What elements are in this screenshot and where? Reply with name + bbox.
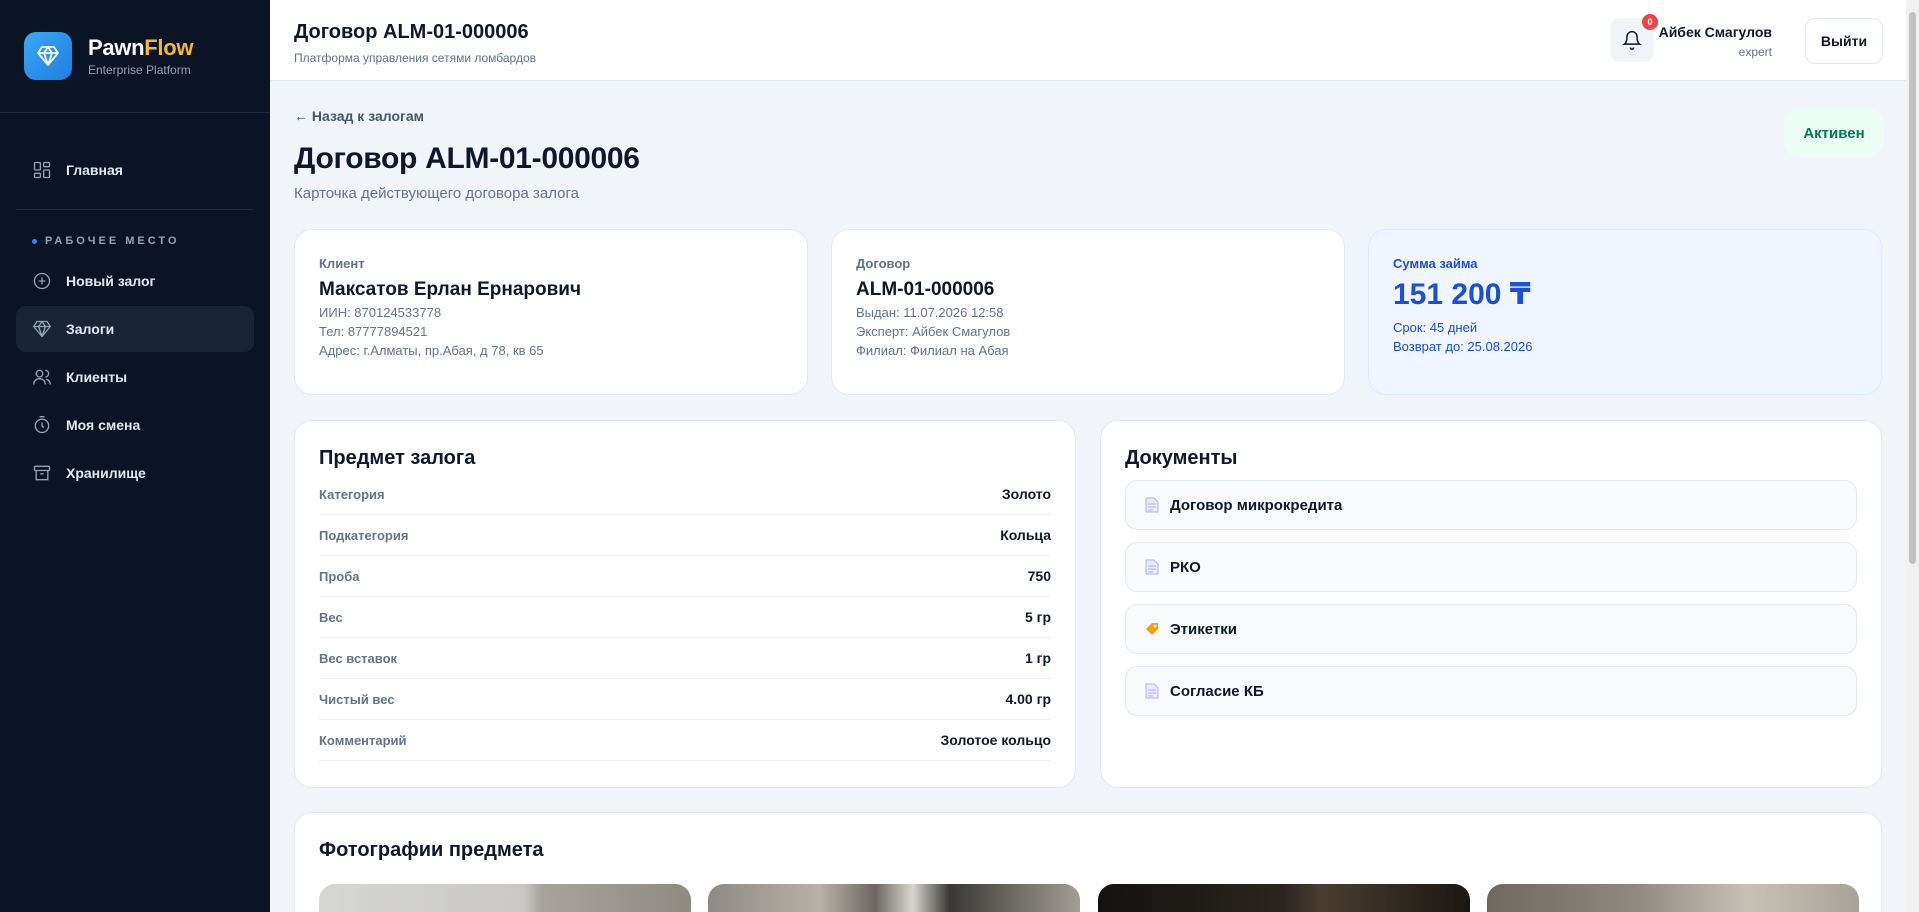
contract-number: ALM-01-000006 (856, 279, 995, 300)
sidebar-item-my-shift[interactable]: Моя смена (16, 402, 254, 448)
photos-title: Фотографии предмета (319, 839, 544, 861)
sidebar: PawnFlow Enterprise Platform Главная РАБ… (0, 0, 270, 912)
header-subtitle: Платформа управления сетями ломбардов (294, 51, 536, 65)
loan-term: Срок: 45 дней (1393, 320, 1478, 335)
contract-card: Договор ALM-01-000006 Выдан: 11.07.2026 … (831, 229, 1345, 395)
property-row: Чистый вес 4.00 гр (319, 679, 1051, 720)
logout-button[interactable]: Выйти (1805, 18, 1883, 64)
diamond-icon (33, 320, 51, 338)
sidebar-item-label: Главная (66, 162, 123, 178)
contract-label: Договор (856, 256, 911, 271)
documents-card: Документы Договор микрокредита РКО Этике… (1100, 420, 1882, 788)
contract-expert: Эксперт: Айбек Смагулов (856, 324, 1011, 339)
property-row: Вес вставок 1 гр (319, 638, 1051, 679)
sidebar-divider (16, 209, 254, 210)
document-microcredit-button[interactable]: Договор микрокредита (1125, 480, 1857, 530)
diamond-icon (24, 32, 72, 80)
sidebar-item-clients[interactable]: Клиенты (16, 354, 254, 400)
sidebar-nav: Главная РАБОЧЕЕ МЕСТО Новый залог Залоги… (0, 113, 270, 496)
page-subtitle: Карточка действующего договора залога (294, 185, 579, 202)
property-row: Комментарий Золотое кольцо (319, 720, 1051, 761)
brand-subtitle: Enterprise Platform (88, 63, 191, 77)
item-photo[interactable] (319, 884, 691, 912)
back-to-pledges-link[interactable]: ← Назад к залогам (294, 108, 424, 124)
client-iin: ИИН: 870124533778 (319, 305, 442, 320)
page-title: Договор ALM-01-000006 (294, 142, 640, 175)
loan-amount: 151 200 ₸ (1393, 278, 1531, 311)
loan-amount-card: Сумма займа 151 200 ₸ Срок: 45 дней Возв… (1368, 229, 1882, 395)
bell-icon (1622, 30, 1642, 50)
sidebar-item-label: Новый залог (66, 273, 156, 289)
tag-icon (1144, 621, 1160, 637)
contract-branch: Филиал: Филиал на Абая (856, 343, 1009, 358)
sidebar-item-pledges[interactable]: Залоги (16, 306, 254, 352)
status-badge: Активен (1784, 109, 1884, 157)
brand-name: PawnFlow (88, 35, 194, 60)
documents-title: Документы (1125, 447, 1238, 469)
document-icon (1144, 497, 1160, 513)
document-icon (1144, 559, 1160, 575)
item-photo[interactable] (1098, 884, 1470, 912)
sidebar-item-new-pledge[interactable]: Новый залог (16, 258, 254, 304)
user-role: expert (1738, 45, 1772, 59)
collateral-card: Предмет залога Категория Золото Подкатего… (294, 420, 1076, 788)
brand[interactable]: PawnFlow Enterprise Platform (0, 0, 270, 113)
sidebar-section-label: РАБОЧЕЕ МЕСТО (16, 230, 254, 252)
sidebar-item-home[interactable]: Главная (16, 147, 254, 193)
client-address: Адрес: г.Алматы, пр.Абая, д 78, кв 65 (319, 343, 544, 358)
property-row: Вес 5 гр (319, 597, 1051, 638)
top-bar: Договор ALM-01-000006 Платформа управлен… (270, 0, 1906, 81)
client-card: Клиент Максатов Ерлан Ернарович ИИН: 870… (294, 229, 808, 395)
photos-card: Фотографии предмета (294, 812, 1882, 912)
property-row: Категория Золото (319, 474, 1051, 515)
contract-issued: Выдан: 11.07.2026 12:58 (856, 305, 1004, 320)
item-photo[interactable] (1487, 884, 1859, 912)
scrollbar-thumb[interactable] (1909, 12, 1916, 564)
sidebar-item-storage[interactable]: Хранилище (16, 450, 254, 496)
notification-count-badge: 0 (1642, 14, 1658, 30)
header-title: Договор ALM-01-000006 (294, 21, 529, 43)
document-labels-button[interactable]: Этикетки (1125, 604, 1857, 654)
user-name: Айбек Смагулов (1658, 24, 1772, 40)
timer-icon (34, 416, 50, 434)
loan-label: Сумма займа (1393, 256, 1478, 271)
grid-icon (33, 161, 51, 179)
sidebar-item-label: Клиенты (66, 369, 128, 385)
property-row: Подкатегория Кольца (319, 515, 1051, 556)
sidebar-item-label: Моя смена (66, 417, 141, 433)
sidebar-item-label: Залоги (66, 321, 115, 337)
collateral-table: Категория Золото Подкатегория Кольца Проба… (319, 474, 1051, 761)
document-label: РКО (1170, 558, 1201, 576)
archive-icon (33, 465, 51, 481)
users-icon (33, 369, 51, 385)
loan-return-date: Возврат до: 25.08.2026 (1393, 339, 1533, 354)
client-name: Максатов Ерлан Ернарович (319, 279, 581, 300)
sidebar-item-label: Хранилище (66, 465, 146, 481)
document-rko-button[interactable]: РКО (1125, 542, 1857, 592)
document-consent-button[interactable]: Согласие КБ (1125, 666, 1857, 716)
document-icon (1144, 683, 1160, 699)
page-scrollbar[interactable] (1906, 0, 1919, 912)
document-label: Согласие КБ (1170, 682, 1264, 700)
property-row: Проба 750 (319, 556, 1051, 597)
collateral-title: Предмет залога (319, 447, 476, 469)
plus-circle-icon (33, 272, 51, 290)
document-label: Этикетки (1170, 620, 1237, 638)
document-label: Договор микрокредита (1170, 496, 1343, 514)
client-label: Клиент (319, 256, 365, 271)
client-phone: Тел: 87777894521 (319, 324, 428, 339)
item-photo[interactable] (708, 884, 1080, 912)
notifications-button[interactable]: 0 (1610, 14, 1658, 62)
